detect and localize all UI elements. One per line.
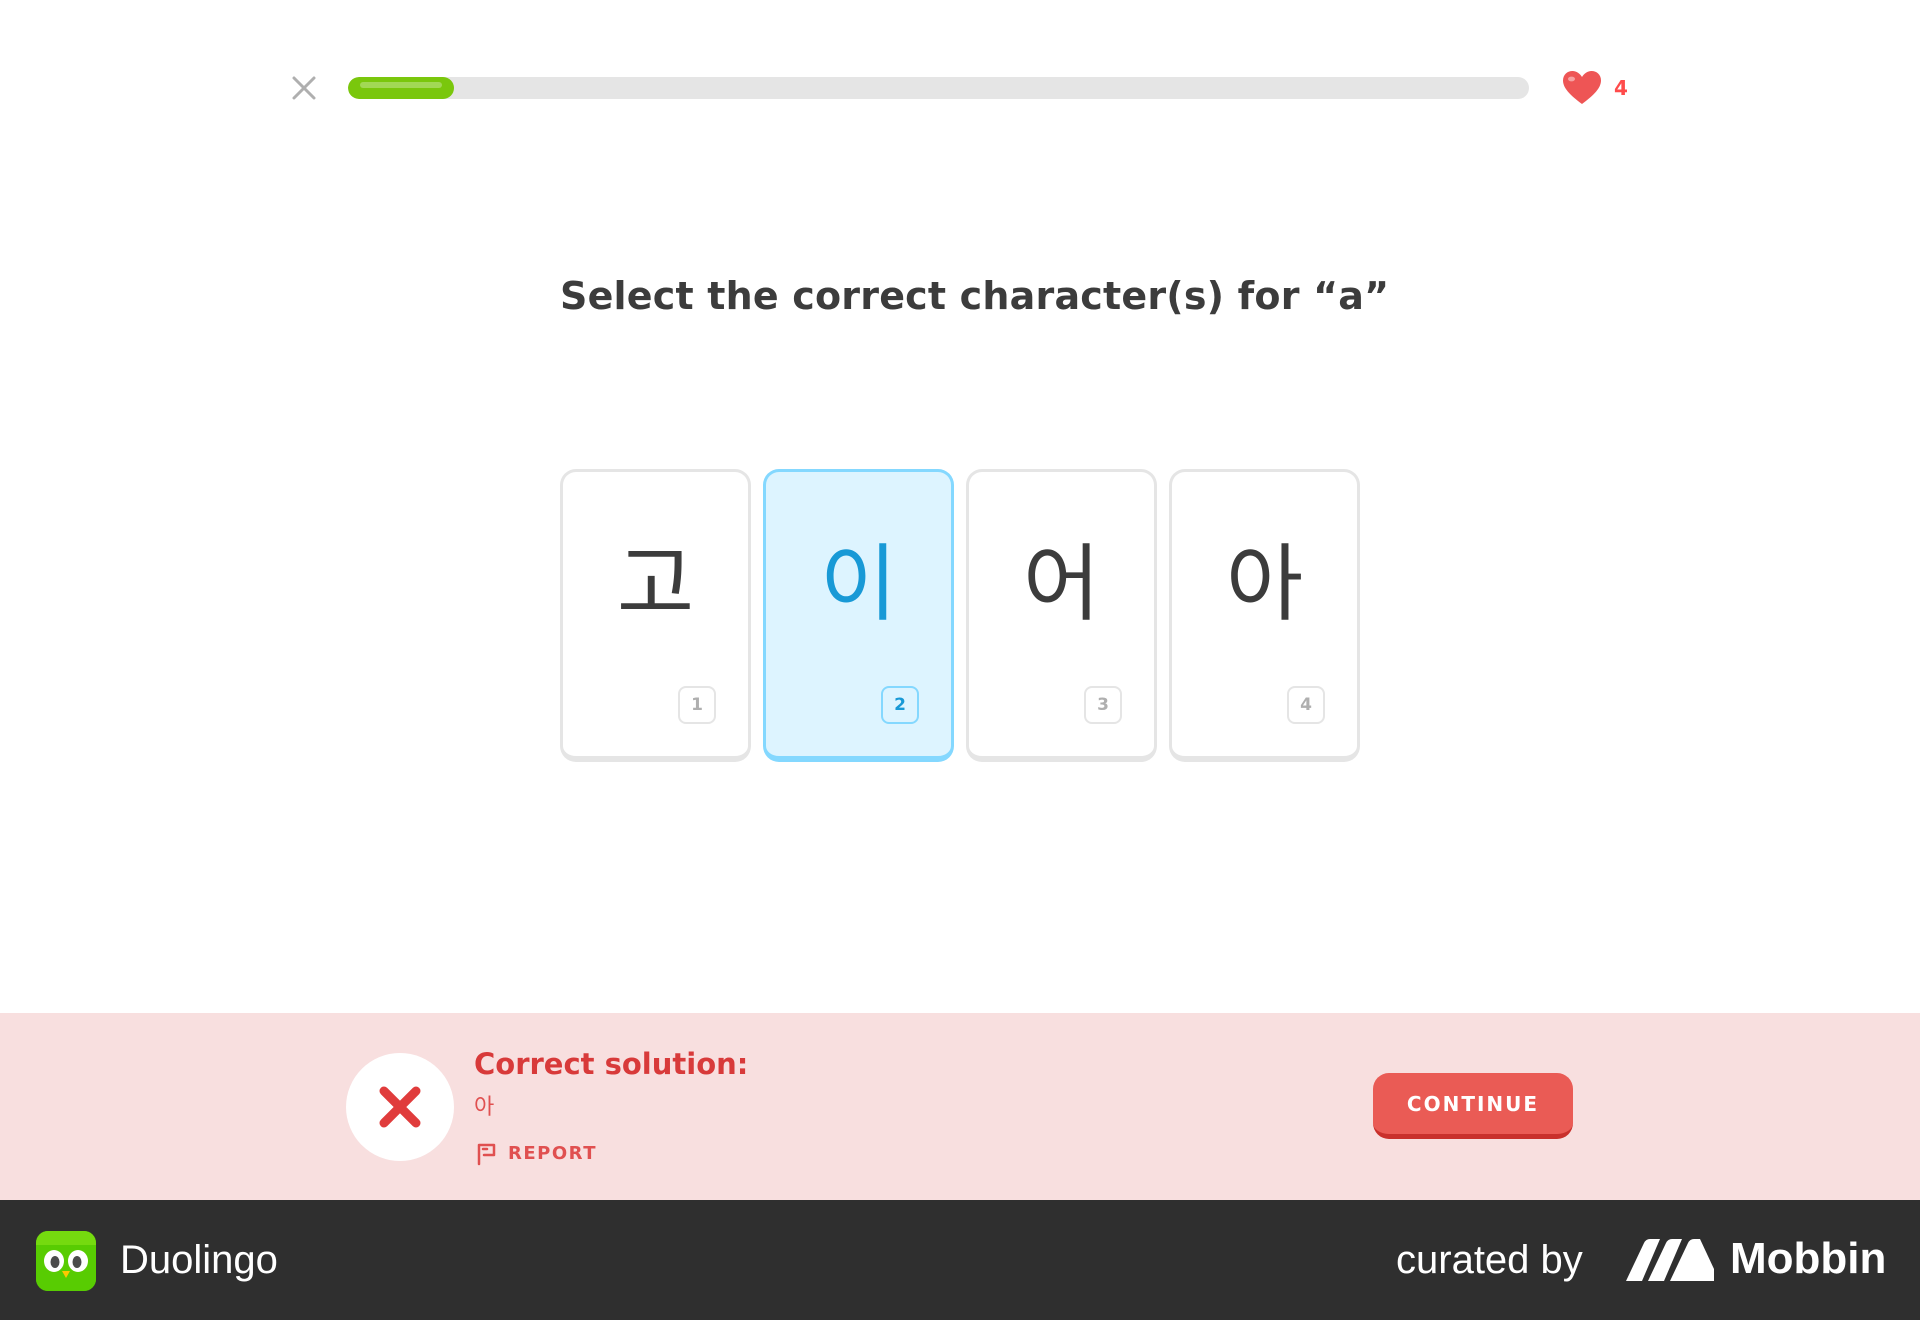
choice-card-4[interactable]: 아 4: [1169, 469, 1360, 762]
close-lesson-button[interactable]: [287, 71, 321, 105]
flag-icon: [477, 1143, 496, 1166]
choice-card-2[interactable]: 이 2: [763, 469, 954, 762]
choice-character: 고: [616, 535, 695, 633]
lesson-progress-fill: [348, 77, 455, 99]
choice-character: 어: [1022, 535, 1101, 633]
app-name: Duolingo: [120, 1238, 278, 1282]
close-icon: [292, 76, 316, 100]
feedback-title: Correct solution:: [474, 1047, 749, 1081]
choice-shortcut-key: 2: [881, 686, 919, 724]
choice-character: 아: [1225, 535, 1304, 633]
hearts-counter[interactable]: 4: [1562, 70, 1628, 106]
report-label: REPORT: [508, 1142, 597, 1164]
curated-by-label: curated by: [1396, 1238, 1583, 1282]
hearts-count: 4: [1614, 76, 1628, 100]
progress-highlight: [360, 82, 443, 88]
duolingo-owl-icon: [36, 1231, 96, 1291]
brand-name: Mobbin: [1730, 1234, 1887, 1283]
heart-icon: [1563, 71, 1601, 104]
mobbin-logo-icon: [1626, 1239, 1714, 1281]
lesson-progress-bar: [348, 77, 1529, 99]
choice-list: 고 1 이 2 어 3 아 4: [560, 469, 1360, 762]
incorrect-badge: [346, 1053, 454, 1161]
incorrect-x-icon: [379, 1086, 421, 1128]
choice-character: 이: [819, 535, 898, 633]
choice-shortcut-key: 1: [678, 686, 716, 724]
question-prompt: Select the correct character(s) for “a”: [560, 274, 1390, 318]
feedback-panel: Correct solution: 아 REPORT CONTINUE: [0, 1013, 1920, 1200]
footer-bar: Duolingo curated by Mobbin: [0, 1200, 1920, 1320]
choice-card-1[interactable]: 고 1: [560, 469, 751, 762]
choice-shortcut-key: 3: [1084, 686, 1122, 724]
choice-shortcut-key: 4: [1287, 686, 1325, 724]
correct-answer-text: 아: [474, 1095, 495, 1120]
choice-card-3[interactable]: 어 3: [966, 469, 1157, 762]
continue-button[interactable]: CONTINUE: [1373, 1073, 1573, 1139]
report-button[interactable]: REPORT: [474, 1140, 597, 1166]
